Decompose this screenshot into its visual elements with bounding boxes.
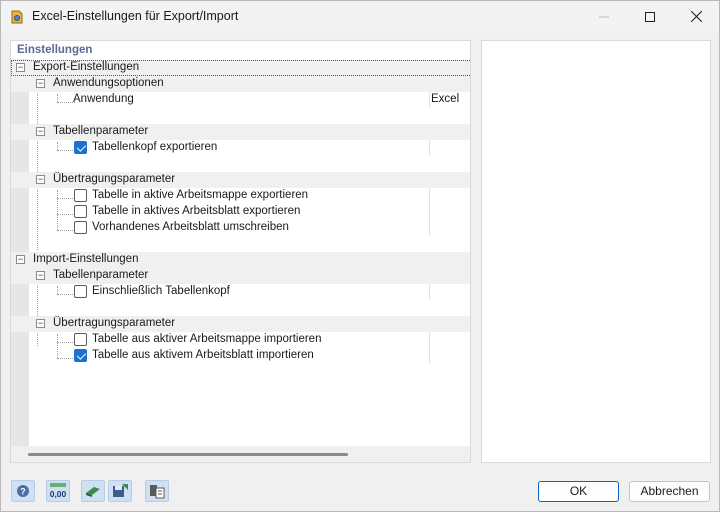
- collapse-icon[interactable]: −: [36, 127, 45, 136]
- panel-header: Einstellungen: [17, 44, 93, 56]
- decimal-format-icon[interactable]: 0,00: [46, 480, 70, 502]
- horizontal-scrollbar-thumb[interactable]: [28, 453, 348, 456]
- checkbox-export-table-header[interactable]: [74, 141, 87, 154]
- window-title: Excel-Einstellungen für Export/Import: [32, 9, 239, 23]
- settings-tree-panel: Einstellungen − Export-Einstellungen − A…: [10, 40, 471, 463]
- tree-node-export-transfer-params[interactable]: − Übertragungsparameter: [11, 172, 470, 188]
- svg-text:0,00: 0,00: [50, 489, 67, 499]
- column-separator: [429, 140, 430, 156]
- load-settings-icon-glyph: [150, 485, 165, 499]
- units-icon-glyph: [86, 487, 100, 497]
- option-row-export-to-active-workbook[interactable]: Tabelle in aktive Arbeitsmappe exportier…: [11, 188, 470, 204]
- option-row-including-header[interactable]: Einschließlich Tabellenkopf: [11, 284, 470, 300]
- help-icon-glyph: ?: [17, 485, 29, 497]
- save-settings-icon-glyph: [113, 484, 128, 497]
- help-icon[interactable]: ?: [11, 480, 35, 502]
- column-separator: [429, 92, 430, 108]
- column-separator: [429, 348, 430, 364]
- column-separator: [429, 204, 430, 220]
- minimize-button[interactable]: [581, 1, 627, 32]
- units-icon[interactable]: [81, 480, 105, 502]
- column-separator: [429, 188, 430, 204]
- close-button[interactable]: [673, 1, 719, 32]
- minimize-icon: [599, 16, 609, 17]
- collapse-icon[interactable]: −: [36, 175, 45, 184]
- tree-node-export-table-params[interactable]: − Tabellenparameter: [11, 124, 470, 140]
- option-row-export-to-active-sheet[interactable]: Tabelle in aktives Arbeitsblatt exportie…: [11, 204, 470, 220]
- checkbox-import-from-active-sheet[interactable]: [74, 349, 87, 362]
- option-row-import-from-active-workbook[interactable]: Tabelle aus aktiver Arbeitsmappe importi…: [11, 332, 470, 348]
- tree-node-import-settings[interactable]: − Import-Einstellungen: [11, 252, 470, 268]
- maximize-button[interactable]: [627, 1, 673, 32]
- application-value[interactable]: Excel: [431, 93, 459, 105]
- title-bar: Excel-Einstellungen für Export/Import: [1, 1, 719, 32]
- close-icon: [690, 11, 702, 22]
- dialog-window: Excel-Einstellungen für Export/Import Ei…: [0, 0, 720, 512]
- option-row-export-table-header[interactable]: Tabellenkopf exportieren: [11, 140, 470, 156]
- tree-node-import-transfer-params[interactable]: − Übertragungsparameter: [11, 316, 470, 332]
- collapse-icon[interactable]: −: [16, 255, 25, 264]
- svg-text:?: ?: [20, 487, 26, 497]
- checkbox-export-to-active-sheet[interactable]: [74, 205, 87, 218]
- save-settings-icon[interactable]: [108, 480, 132, 502]
- checkbox-export-to-active-workbook[interactable]: [74, 189, 87, 202]
- collapse-icon[interactable]: −: [36, 319, 45, 328]
- tree-node-app-options[interactable]: − Anwendungsoptionen: [11, 76, 470, 92]
- column-separator: [429, 220, 430, 236]
- ok-button[interactable]: OK: [538, 481, 619, 502]
- app-icon: [11, 10, 23, 24]
- collapse-icon[interactable]: −: [16, 63, 25, 72]
- decimal-format-icon-glyph: 0,00: [50, 483, 67, 499]
- checkbox-including-header[interactable]: [74, 285, 87, 298]
- option-row-overwrite-sheet[interactable]: Vorhandenes Arbeitsblatt umschreiben: [11, 220, 470, 236]
- maximize-icon: [645, 11, 655, 22]
- collapse-icon[interactable]: −: [36, 79, 45, 88]
- tree-node-import-table-params[interactable]: − Tabellenparameter: [11, 268, 470, 284]
- checkbox-overwrite-sheet[interactable]: [74, 221, 87, 234]
- property-row-application[interactable]: Anwendung Excel: [11, 92, 470, 108]
- option-row-import-from-active-sheet[interactable]: Tabelle aus aktivem Arbeitsblatt importi…: [11, 348, 470, 364]
- cancel-button[interactable]: Abbrechen: [629, 481, 710, 502]
- column-separator: [429, 284, 430, 300]
- load-settings-icon[interactable]: [145, 480, 169, 502]
- preview-panel: [481, 40, 711, 463]
- collapse-icon[interactable]: −: [36, 271, 45, 280]
- tree-node-export-settings[interactable]: − Export-Einstellungen: [11, 60, 470, 76]
- column-separator: [429, 332, 430, 348]
- checkbox-import-from-active-workbook[interactable]: [74, 333, 87, 346]
